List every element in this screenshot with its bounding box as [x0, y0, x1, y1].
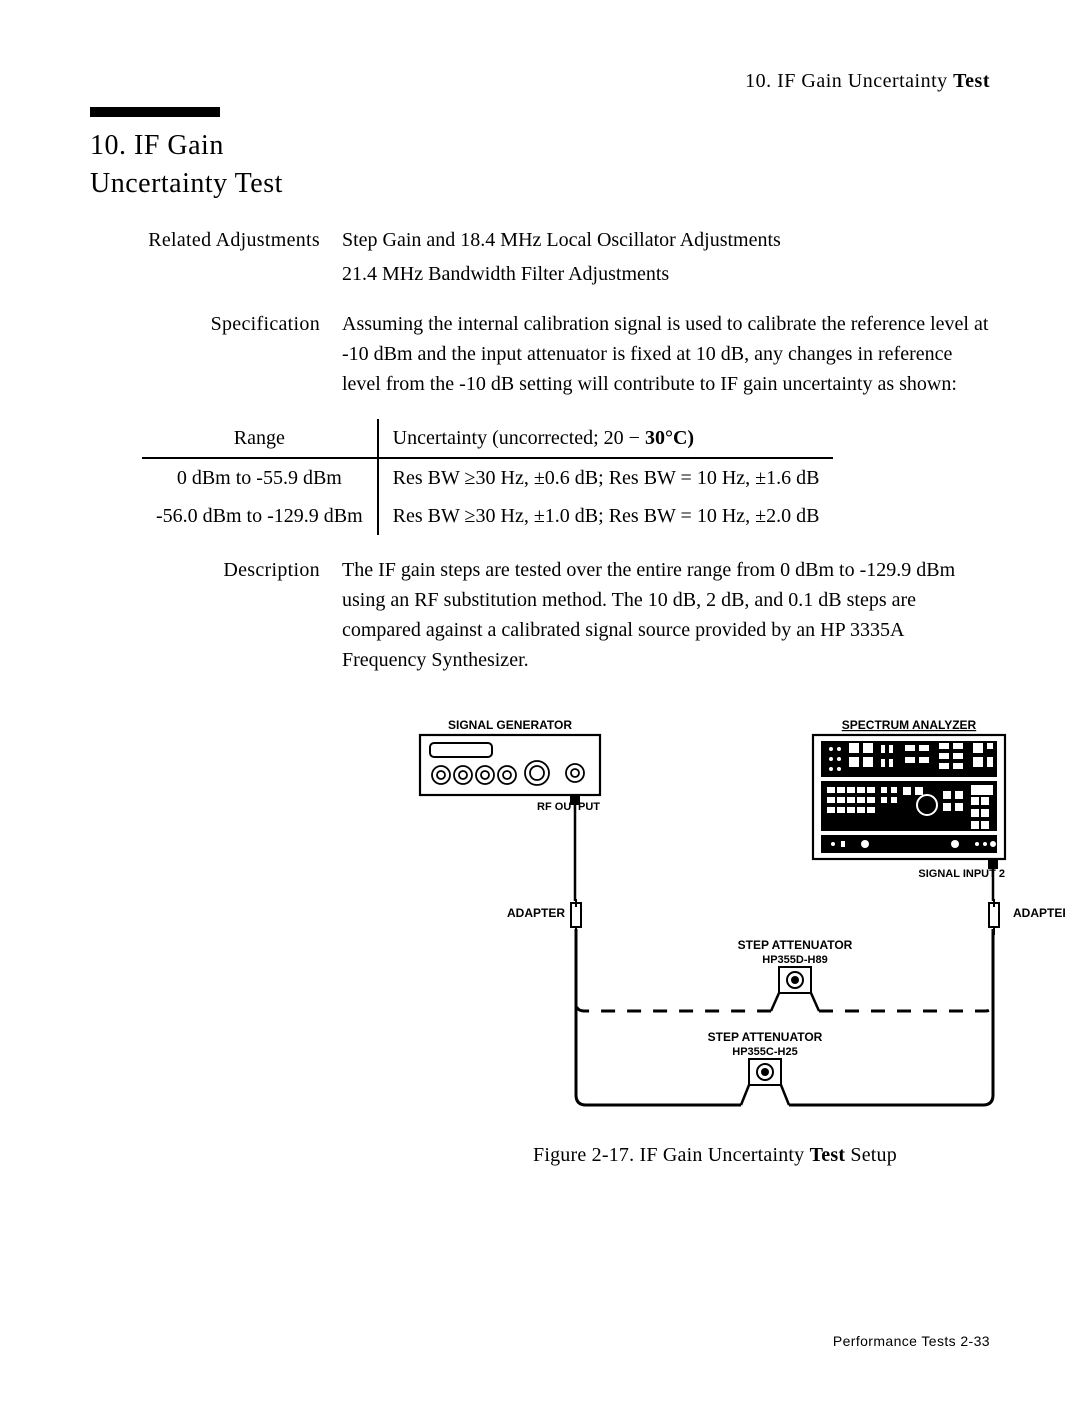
related-adjustments-text: Step Gain and 18.4 MHz Local Oscillator …: [342, 225, 990, 293]
figure-caption-suffix: Setup: [845, 1144, 897, 1166]
related-adjustments-block: Related Adjustments Step Gain and 18.4 M…: [90, 225, 990, 293]
figure-setup: SIGNAL GENERATOR RF OUTPUT: [345, 715, 1080, 1167]
table-header-range: Range: [142, 419, 378, 458]
figure-caption: Figure 2-17. IF Gain Uncertainty Test Se…: [345, 1144, 1080, 1167]
label-spectrum-analyzer: SPECTRUM ANALYZER: [842, 718, 977, 732]
label-step-attenuator-1: STEP ATTENUATOR: [738, 938, 853, 952]
label-signal-generator: SIGNAL GENERATOR: [448, 718, 572, 732]
cable-solid-left-2: [576, 929, 741, 1105]
figure-diagram: SIGNAL GENERATOR RF OUTPUT: [365, 715, 1065, 1123]
specification-label: Specification: [90, 309, 342, 339]
related-adjustments-line-1: Step Gain and 18.4 MHz Local Oscillator …: [342, 225, 990, 255]
description-block: Description The IF gain steps are tested…: [90, 555, 990, 679]
section-title: 10. IF Gain Uncertainty Test: [90, 127, 990, 203]
step-attenuator-2-icon: [749, 1059, 781, 1085]
running-header: 10. IF Gain Uncertainty Test: [90, 70, 990, 93]
running-header-bold: Test: [953, 70, 990, 92]
rf-output-connector: [570, 795, 580, 805]
label-step-attenuator-1-sub: HP355D-H89: [762, 954, 827, 966]
atten2-lead-right: [781, 1085, 789, 1105]
specification-text: Assuming the internal calibration signal…: [342, 309, 990, 403]
specification-paragraph: Assuming the internal calibration signal…: [342, 309, 990, 399]
label-adapter-left: ADAPTER: [507, 906, 565, 920]
figure-caption-bold: Test: [810, 1144, 846, 1166]
cell-range-0: 0 dBm to -55.9 dBm: [142, 458, 378, 497]
description-paragraph: The IF gain steps are tested over the en…: [342, 555, 990, 675]
specification-table: Range Uncertainty (uncorrected; 20 − 30°…: [142, 419, 833, 535]
section-rule: [90, 107, 220, 117]
label-step-attenuator-2: STEP ATTENUATOR: [708, 1030, 823, 1044]
title-line-2: Uncertainty Test: [90, 165, 990, 203]
table-header-uncertainty-prefix: Uncertainty (uncorrected; 20 −: [393, 427, 645, 449]
description-label: Description: [90, 555, 342, 585]
atten1-lead-right: [811, 993, 819, 1011]
specification-block: Specification Assuming the internal cali…: [90, 309, 990, 403]
table-header-uncertainty: Uncertainty (uncorrected; 20 − 30°C): [378, 419, 834, 458]
label-rf-output: RF OUTPUT: [537, 801, 600, 813]
table-row: -56.0 dBm to -129.9 dBm Res BW ≥30 Hz, ±…: [142, 497, 833, 535]
atten2-lead-left: [741, 1085, 749, 1105]
related-adjustments-line-2: 21.4 MHz Bandwidth Filter Adjustments: [342, 259, 990, 289]
page-footer: Performance Tests 2-33: [833, 1333, 990, 1349]
table-header-uncertainty-bold: 30°C): [645, 427, 694, 449]
related-adjustments-label: Related Adjustments: [90, 225, 342, 255]
label-step-attenuator-2-sub: HP355C-H25: [732, 1046, 797, 1058]
cell-uncertainty-1: Res BW ≥30 Hz, ±1.0 dB; Res BW = 10 Hz, …: [378, 497, 834, 535]
table-row: 0 dBm to -55.9 dBm Res BW ≥30 Hz, ±0.6 d…: [142, 458, 833, 497]
signal-generator-device: [420, 735, 600, 795]
spectrum-analyzer-device: [813, 735, 1005, 859]
description-text: The IF gain steps are tested over the en…: [342, 555, 990, 679]
atten1-lead-left: [771, 993, 779, 1011]
label-adapter-right: ADAPTER: [1013, 906, 1065, 920]
signal-input-connector: [988, 859, 998, 869]
figure-caption-prefix: Figure 2-17. IF Gain Uncertainty: [533, 1144, 810, 1166]
table-header-row: Range Uncertainty (uncorrected; 20 − 30°…: [142, 419, 833, 458]
step-attenuator-1-icon: [779, 967, 811, 993]
running-header-prefix: 10. IF Gain Uncertainty: [745, 70, 953, 92]
cell-range-1: -56.0 dBm to -129.9 dBm: [142, 497, 378, 535]
cell-uncertainty-0: Res BW ≥30 Hz, ±0.6 dB; Res BW = 10 Hz, …: [378, 458, 834, 497]
title-line-1: 10. IF Gain: [90, 127, 990, 165]
